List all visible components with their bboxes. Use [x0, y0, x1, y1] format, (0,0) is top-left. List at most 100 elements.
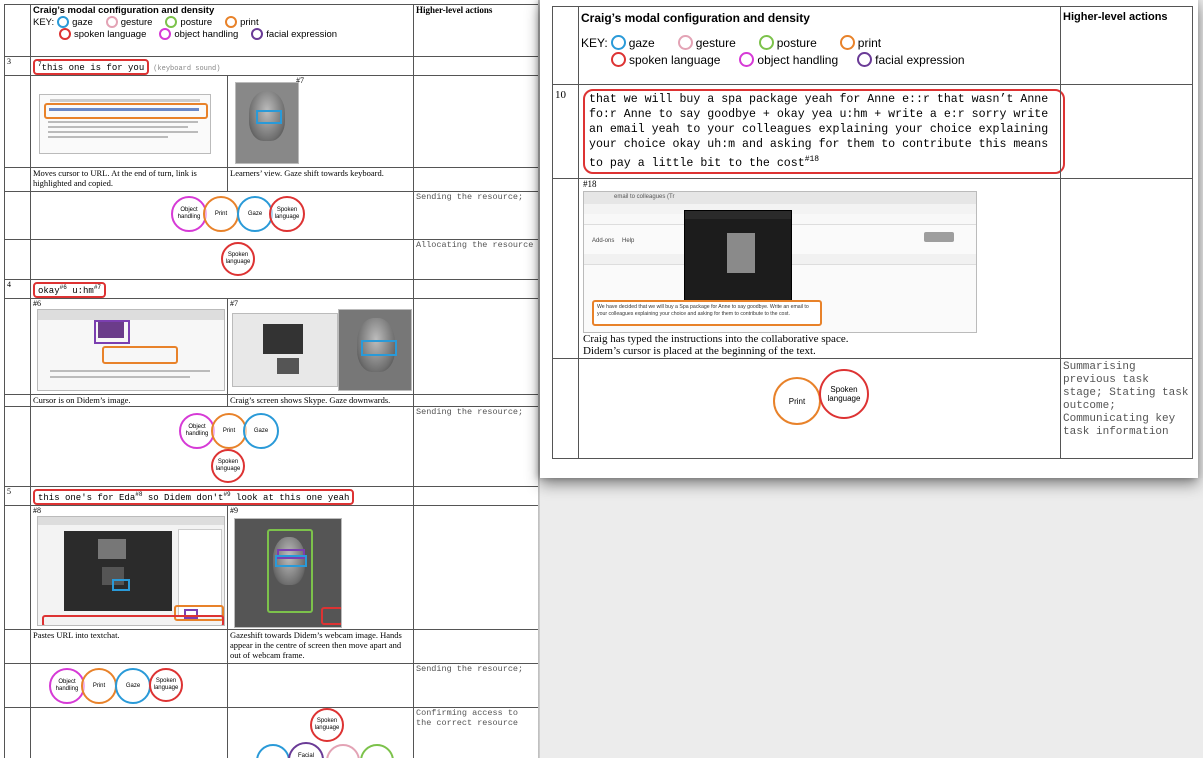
turn-number: 4 [4, 279, 31, 299]
posture-box [267, 529, 313, 613]
header-cell: Craig’s modal configuration and density … [30, 4, 414, 57]
caption-turn-4-left: Cursor is on Didem’s image. [30, 394, 228, 407]
object-handling-bubble: Object handling [179, 413, 215, 449]
frame-ref: #18 [583, 179, 597, 189]
gaze-box [275, 555, 307, 567]
object-handling-bubble: Object handling [171, 196, 207, 232]
key-print: print [240, 16, 259, 28]
utterance-turn-5: this one's for Eda#8 so Didem don't#9 lo… [33, 489, 355, 505]
object-handling-key-circle [159, 28, 172, 40]
share-button[interactable] [924, 232, 954, 242]
posture-key-circle [758, 35, 774, 50]
gesture-key-circle [105, 16, 118, 28]
spoken-language-box [42, 615, 224, 625]
print-box: We have decided that we will buy a Spa p… [592, 300, 822, 326]
action-turn-5-a: Sending the resource; [413, 663, 539, 708]
caption-turn-3-left: Moves cursor to URL. At the end of turn,… [30, 167, 228, 192]
spoken-language-bubble: Spoken language [211, 449, 245, 483]
webcam-still-turn-5 [234, 518, 342, 628]
key-gesture: gesture [695, 35, 736, 50]
left-document-page: Craig’s modal configuration and density … [0, 0, 540, 758]
action-turn-4: Sending the resource; [413, 406, 539, 487]
action-turn-10: Summarising previous task stage; Stating… [1060, 358, 1193, 459]
facial-expression-key-circle [857, 52, 873, 67]
caption-turn-5-right: Gazeshift towards Didem’s webcam image. … [227, 629, 414, 664]
action-turn-3-a: Sending the resource; [413, 191, 539, 240]
skype-video-overlay [684, 210, 792, 304]
print-bubble: Print [81, 668, 117, 704]
key-posture: posture [180, 16, 213, 28]
right-transcript-table: Craig’s modal configuration and density … [552, 6, 1193, 459]
print-key-circle [225, 16, 238, 28]
key-label: KEY: [581, 35, 608, 50]
key-label: KEY: [33, 16, 55, 28]
gaze-bubble: Gaze [256, 744, 290, 758]
utterance-turn-3: 7this one is for you [33, 59, 150, 75]
key-row-1: KEY: gaze gesture posture print [33, 16, 411, 28]
object-handling-box [94, 320, 130, 344]
keyboard-note: (keyboard sound) [153, 65, 221, 73]
print-bubble: Print [211, 413, 247, 449]
webcam-thumb-box [321, 607, 341, 625]
caption-turn-10-b: Didem’s cursor is placed at the beginnin… [583, 345, 816, 357]
modal-bubbles-turn-4: Object handling Print Gaze Spoken langua… [33, 407, 411, 485]
key-facial-expression: facial expression [875, 52, 965, 67]
spoken-language-bubble: Spoken language [819, 369, 869, 419]
spoken-language-bubble: Spoken language [269, 196, 305, 232]
menu-help[interactable]: Help [622, 238, 634, 244]
key-gaze: gaze [72, 16, 93, 28]
modal-bubbles-turn-5-b: Spoken language Gaze Facial expression G… [230, 708, 411, 758]
spoken-language-bubble: Spoken language [310, 708, 344, 742]
modal-bubbles-turn-5-a: Object handling Print Gaze Spoken langua… [33, 664, 225, 706]
posture-bubble: Posture [360, 744, 394, 758]
gaze-bubble: Gaze [243, 413, 279, 449]
gaze-key-circle [610, 35, 626, 50]
doc-instruction-text: We have decided that we will buy a Spa p… [597, 304, 809, 317]
action-turn-3-b: Allocating the resource [413, 239, 539, 280]
key-spoken-language: spoken language [74, 28, 147, 40]
turn-number: 3 [4, 56, 31, 76]
menu-add-ons[interactable]: Add-ons [592, 238, 614, 244]
modal-bubbles-turn-3: Object handling Print Gaze Spoken langua… [33, 192, 411, 238]
print-key-circle [839, 35, 855, 50]
print-bubble: Print [203, 196, 239, 232]
browser-tab-label: email to colleagues (Tr [614, 194, 675, 200]
spoken-language-bubble: Spoken language [221, 242, 255, 276]
gesture-bubble: Gesture [326, 744, 360, 758]
key-spoken-language: spoken language [629, 52, 721, 67]
object-handling-bubble: Object handling [49, 668, 85, 704]
spoken-language-bubble: Spoken language [149, 668, 183, 702]
gaze-key-circle [57, 16, 70, 28]
empty-canvas-area [540, 478, 1203, 758]
screenshot-google-doc: email to colleagues (Tr Add-ons Help We … [583, 191, 977, 333]
key-print: print [857, 35, 882, 50]
utterance-turn-4: okay#6 u:hm#7 [33, 282, 107, 298]
turn-number: 5 [4, 486, 31, 506]
screenshot-textchat [37, 516, 225, 626]
docs-menu: Add-ons Help [592, 238, 634, 244]
posture-key-circle [165, 16, 178, 28]
modal-bubbles-turn-10: Print Spoken language [581, 359, 1058, 457]
higher-level-actions-header: Higher-level actions [416, 5, 493, 15]
facial-expression-key-circle [251, 28, 264, 40]
webcam-still-turn-3 [235, 82, 299, 164]
table-title: Craig’s modal configuration and density [33, 5, 215, 16]
object-handling-key-circle [739, 52, 755, 67]
gaze-box [256, 110, 282, 124]
gesture-key-circle [677, 35, 693, 50]
screenshot-skype [232, 313, 338, 387]
gaze-bubble: Gaze [237, 196, 273, 232]
key-row-2: spoken language object handling facial e… [33, 28, 411, 40]
utterance-turn-10: that we will buy a spa package yeah for … [583, 89, 1065, 174]
frame-ref: #9 [230, 506, 238, 515]
facial-expression-bubble: Facial expression [288, 742, 324, 758]
spoken-language-key-circle [59, 28, 71, 40]
print-box [102, 346, 178, 364]
caption-turn-4-right: Craig’s screen shows Skype. Gaze downwar… [227, 394, 414, 407]
screenshot-document [39, 94, 211, 154]
caption-turn-5-left: Pastes URL into textchat. [30, 629, 228, 664]
print-bubble: Print [773, 377, 821, 425]
webcam-still-turn-4 [338, 309, 412, 391]
frame-ref: #7 [230, 299, 238, 308]
url-highlight [44, 103, 208, 119]
